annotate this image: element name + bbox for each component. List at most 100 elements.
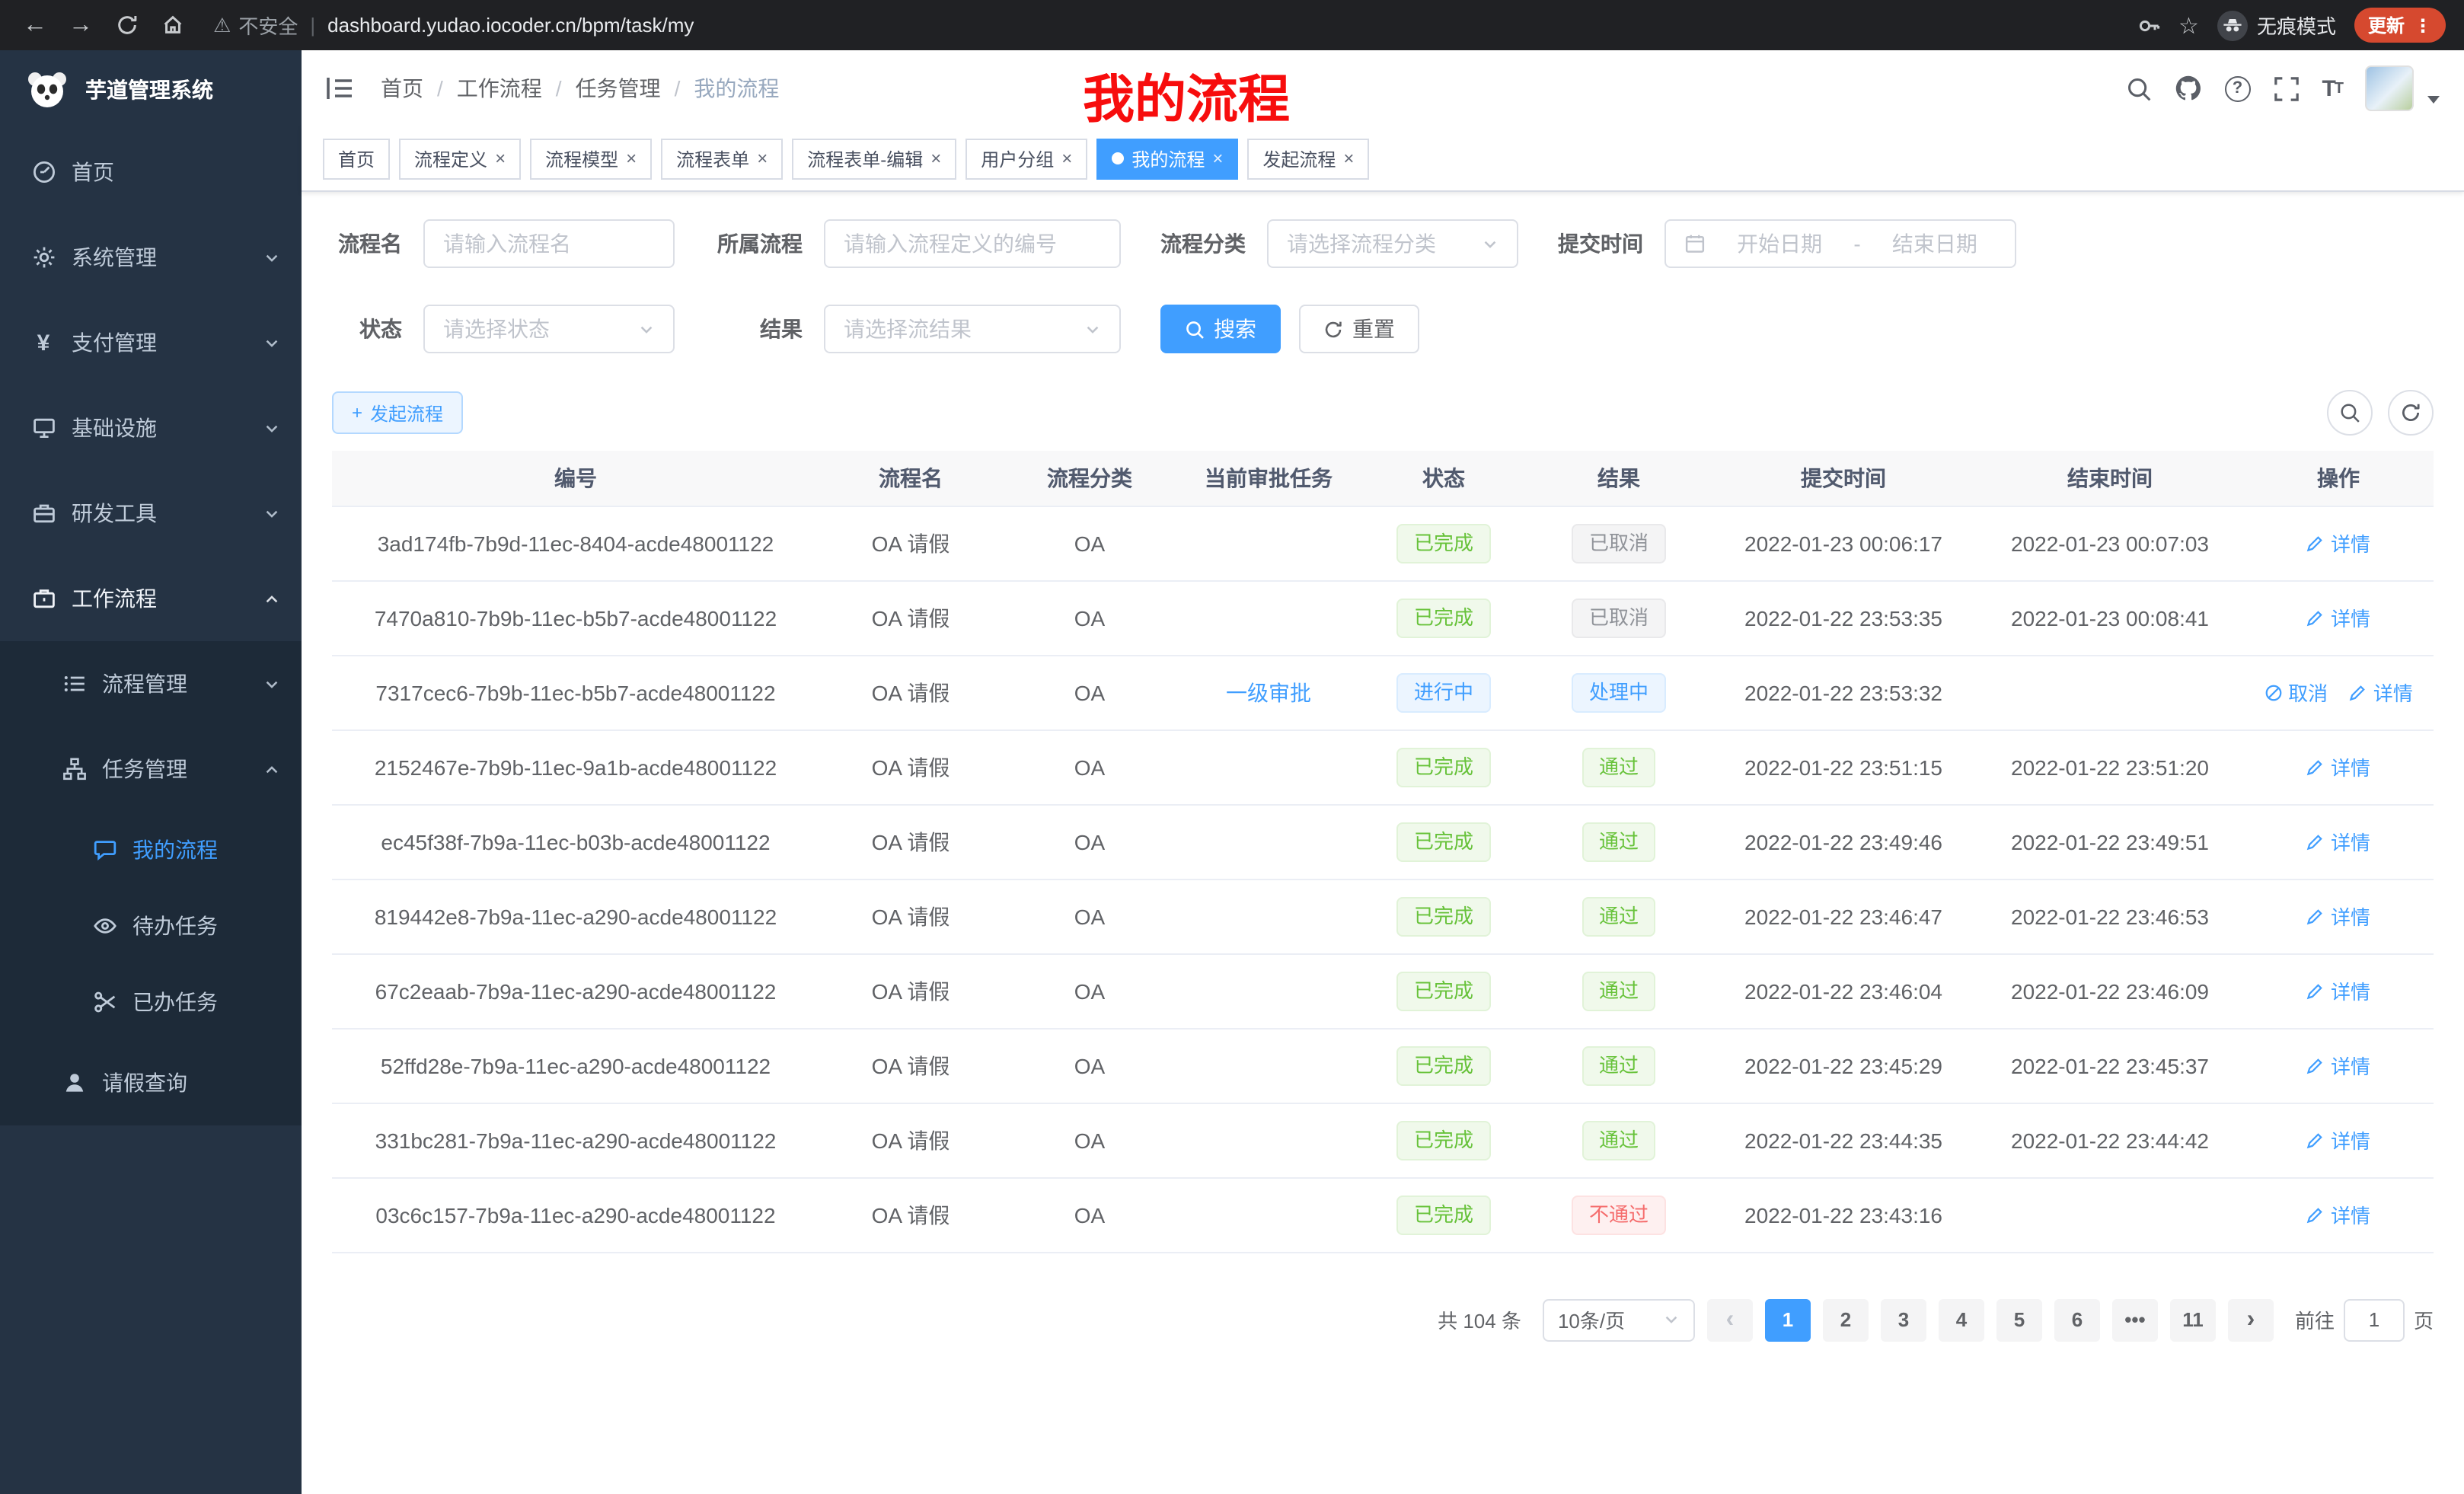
detail-link[interactable]: 详情 <box>2306 976 2370 1005</box>
page-button-11[interactable]: 11 <box>2170 1298 2216 1341</box>
tab-process-definition[interactable]: 流程定义× <box>399 138 521 179</box>
tab-home[interactable]: 首页 <box>323 138 390 179</box>
cell-id: 819442e8-7b9a-11ec-a290-acde48001122 <box>332 879 819 953</box>
close-icon[interactable]: × <box>757 149 768 168</box>
home-icon[interactable] <box>152 5 192 45</box>
logo[interactable]: 芋道管理系统 <box>0 50 302 129</box>
page-button-2[interactable]: 2 <box>1823 1298 1869 1341</box>
tab-start-process[interactable]: 发起流程× <box>1247 138 1369 179</box>
current-task-link[interactable]: 一级审批 <box>1226 680 1311 704</box>
detail-link[interactable]: 详情 <box>2306 1125 2370 1154</box>
fontsize-icon[interactable]: TT <box>2322 75 2342 101</box>
page-button-6[interactable]: 6 <box>2054 1298 2100 1341</box>
search-icon[interactable] <box>2125 75 2151 101</box>
kebab-menu-icon[interactable]: ⋮ <box>2414 14 2432 36</box>
sidebar-item-devtools[interactable]: 研发工具 <box>0 471 302 556</box>
close-icon[interactable]: × <box>1061 149 1072 168</box>
table-row: 03c6c157-7b9a-11ec-a290-acde48001122 OA … <box>332 1177 2434 1252</box>
breadcrumb: 首页 / 工作流程 / 任务管理 / 我的流程 <box>381 73 779 104</box>
page-button-4[interactable]: 4 <box>1939 1298 1984 1341</box>
status-select[interactable]: 请选择状态 <box>423 305 675 353</box>
result-badge: 通过 <box>1582 747 1655 787</box>
detail-link[interactable]: 详情 <box>2306 1200 2370 1229</box>
next-page-button[interactable]: › <box>2228 1298 2274 1341</box>
process-definition-input[interactable] <box>824 219 1121 268</box>
detail-link[interactable]: 详情 <box>2306 902 2370 931</box>
cancel-link[interactable]: 取消 <box>2264 678 2328 707</box>
close-icon[interactable]: × <box>495 149 506 168</box>
process-category-select[interactable]: 请选择流程分类 <box>1267 219 1518 268</box>
sidebar-item-infrastructure[interactable]: 基础设施 <box>0 385 302 471</box>
sidebar-item-todo-tasks[interactable]: 待办任务 <box>0 888 302 964</box>
submit-time-range-picker[interactable]: 开始日期 - 结束日期 <box>1664 219 2016 268</box>
result-select[interactable]: 请选择流结果 <box>824 305 1121 353</box>
github-icon[interactable] <box>2174 75 2201 102</box>
close-icon[interactable]: × <box>1343 149 1354 168</box>
pencil-icon <box>2306 608 2325 627</box>
fullscreen-icon[interactable] <box>2273 75 2299 101</box>
tab-user-group[interactable]: 用户分组× <box>965 138 1087 179</box>
prev-page-button[interactable]: ‹ <box>1707 1298 1753 1341</box>
avatar-caret-icon[interactable] <box>2427 95 2440 103</box>
sidebar-item-workflow[interactable]: 工作流程 <box>0 556 302 641</box>
process-name-input[interactable] <box>423 219 675 268</box>
bookmark-star-icon[interactable]: ☆ <box>2178 11 2199 39</box>
close-icon[interactable]: × <box>1212 149 1223 168</box>
cell-id: 52ffd28e-7b9a-11ec-a290-acde48001122 <box>332 1028 819 1103</box>
cell-category: OA <box>1002 1103 1177 1177</box>
detail-link[interactable]: 详情 <box>2306 528 2370 557</box>
security-warning[interactable]: ⚠ 不安全 <box>213 11 298 40</box>
cell-task <box>1177 953 1360 1028</box>
avatar[interactable] <box>2365 65 2414 111</box>
update-button[interactable]: 更新 ⋮ <box>2354 8 2446 43</box>
refresh-table-button[interactable] <box>2388 390 2434 436</box>
detail-link[interactable]: 详情 <box>2306 827 2370 856</box>
back-icon[interactable]: ← <box>15 5 55 45</box>
page-button-1[interactable]: 1 <box>1765 1298 1811 1341</box>
search-button[interactable]: 搜索 <box>1160 305 1281 353</box>
tab-process-form-edit[interactable]: 流程表单-编辑× <box>792 138 956 179</box>
sidebar-item-payment[interactable]: ¥ 支付管理 <box>0 300 302 385</box>
more-pages-button[interactable]: ••• <box>2112 1298 2158 1341</box>
hamburger-icon[interactable] <box>326 76 353 101</box>
url-text[interactable]: dashboard.yudao.iocoder.cn/bpm/task/my <box>327 14 694 37</box>
sidebar-item-system[interactable]: 系统管理 <box>0 215 302 300</box>
tab-process-form[interactable]: 流程表单× <box>661 138 783 179</box>
tab-my-process[interactable]: 我的流程× <box>1096 138 1238 179</box>
detail-link[interactable]: 详情 <box>2349 678 2413 707</box>
cancel-icon <box>2264 683 2282 701</box>
search-icon <box>1185 319 1205 339</box>
detail-link[interactable]: 详情 <box>2306 1051 2370 1080</box>
close-icon[interactable]: × <box>626 149 637 168</box>
page-button-5[interactable]: 5 <box>1996 1298 2042 1341</box>
goto-page-input[interactable] <box>2344 1298 2405 1341</box>
close-icon[interactable]: × <box>930 149 941 168</box>
sidebar-item-done-tasks[interactable]: 已办任务 <box>0 964 302 1040</box>
breadcrumb-item[interactable]: 首页 <box>381 73 423 104</box>
sidebar-item-task-management[interactable]: 任务管理 <box>0 726 302 812</box>
sidebar-item-leave-query[interactable]: 请假查询 <box>0 1040 302 1125</box>
refresh-icon[interactable] <box>107 5 146 45</box>
reset-button[interactable]: 重置 <box>1299 305 1419 353</box>
sidebar-item-home[interactable]: 首页 <box>0 129 302 215</box>
navbar-actions: ? TT <box>2125 65 2440 111</box>
address-bar[interactable]: ⚠ 不安全 | dashboard.yudao.iocoder.cn/bpm/t… <box>213 11 2136 40</box>
sidebar-item-process-management[interactable]: 流程管理 <box>0 641 302 726</box>
create-process-button[interactable]: + 发起流程 <box>332 391 463 434</box>
cell-submit-time: 2022-01-22 23:46:47 <box>1710 879 1977 953</box>
help-icon[interactable]: ? <box>2224 75 2250 101</box>
page-size-select[interactable]: 10条/页 <box>1543 1298 1695 1341</box>
detail-link[interactable]: 详情 <box>2306 752 2370 781</box>
page-button-3[interactable]: 3 <box>1881 1298 1926 1341</box>
sidebar-item-label: 首页 <box>72 157 114 187</box>
tab-process-model[interactable]: 流程模型× <box>530 138 652 179</box>
toggle-search-button[interactable] <box>2327 390 2373 436</box>
sidebar-item-my-process[interactable]: 我的流程 <box>0 812 302 888</box>
incognito-label: 无痕模式 <box>2257 11 2336 40</box>
detail-link[interactable]: 详情 <box>2306 603 2370 632</box>
key-icon[interactable] <box>2136 13 2160 37</box>
breadcrumb-item[interactable]: 工作流程 <box>457 73 542 104</box>
forward-icon[interactable]: → <box>61 5 101 45</box>
breadcrumb-item[interactable]: 任务管理 <box>576 73 661 104</box>
cell-end-time: 2022-01-22 23:44:42 <box>1977 1103 2243 1177</box>
